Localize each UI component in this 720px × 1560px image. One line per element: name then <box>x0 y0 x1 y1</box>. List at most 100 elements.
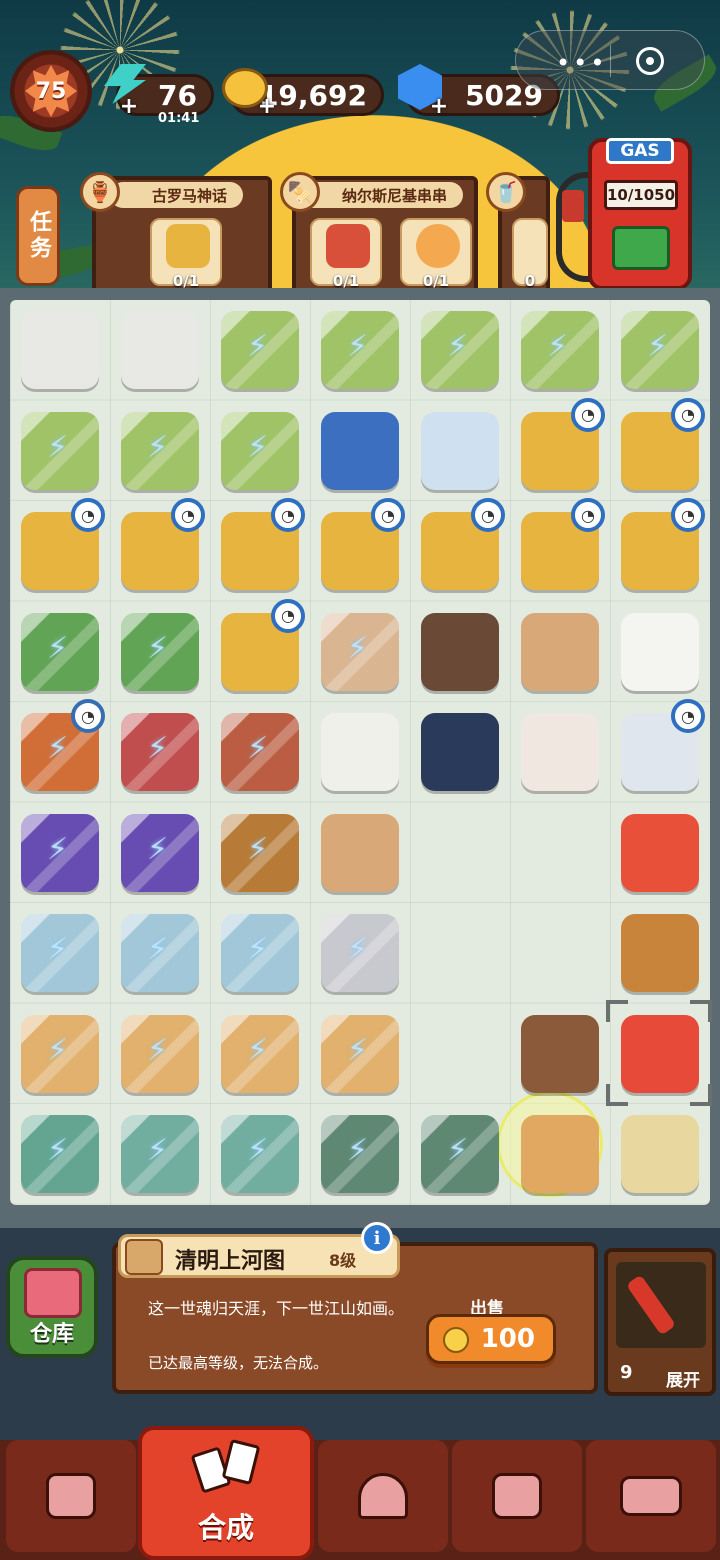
board-cell[interactable]: ◔ <box>610 699 710 802</box>
quest-slot[interactable]: 0 <box>512 218 548 290</box>
board-cell[interactable] <box>110 903 210 1003</box>
board-cell[interactable] <box>410 903 510 1003</box>
nav-bus[interactable] <box>586 1440 716 1552</box>
board-cell[interactable] <box>110 602 210 702</box>
nav-map[interactable] <box>452 1440 582 1552</box>
board-cell[interactable] <box>10 401 110 501</box>
board-cell[interactable] <box>510 1004 610 1104</box>
board-cell[interactable] <box>310 702 410 802</box>
ink-bottle-icon <box>421 713 499 791</box>
gas-pump[interactable]: GAS 10/1050 <box>588 138 692 290</box>
add-energy-icon[interactable]: + <box>118 96 140 118</box>
board-cell[interactable] <box>410 803 510 903</box>
quest-thumb-icon: 🏺 <box>80 172 120 212</box>
board-cell[interactable] <box>410 602 510 702</box>
golden-chariot-icon <box>166 224 210 268</box>
nav-shop[interactable] <box>6 1440 136 1552</box>
tray-icon <box>421 612 499 691</box>
board-cell[interactable] <box>610 602 710 702</box>
board-cell[interactable] <box>10 803 110 903</box>
board-cell[interactable]: ◔ <box>610 498 710 601</box>
board-cell[interactable] <box>110 1104 210 1204</box>
board-cell[interactable] <box>210 702 310 802</box>
board-cell[interactable] <box>310 1004 410 1104</box>
glass-lock-overlay <box>21 1014 99 1093</box>
board-cell[interactable] <box>210 1004 310 1104</box>
board-cell[interactable] <box>510 803 610 903</box>
board-cell[interactable] <box>410 300 510 400</box>
board-cell[interactable]: ◔ <box>110 498 210 601</box>
board-cell[interactable]: ◔ <box>410 498 510 601</box>
board-cell[interactable] <box>610 300 710 400</box>
board-cell[interactable] <box>310 602 410 702</box>
board-cell[interactable] <box>10 602 110 702</box>
board-cell[interactable] <box>110 1004 210 1104</box>
board-cell[interactable] <box>210 903 310 1003</box>
expand-button[interactable]: 9 展开 <box>604 1248 716 1396</box>
glass-lock-overlay <box>221 1014 299 1093</box>
board-cell[interactable]: ◔ <box>10 498 110 601</box>
glass-lock-overlay <box>621 311 699 389</box>
quest-tab[interactable]: 任务 <box>16 186 60 286</box>
board-cell[interactable] <box>410 1104 510 1204</box>
board-cell[interactable] <box>10 903 110 1003</box>
board-cell[interactable] <box>500 1094 610 1204</box>
board-cell[interactable] <box>210 803 310 903</box>
board-cell[interactable]: ◔ <box>210 498 310 601</box>
calendar-icon <box>321 713 399 791</box>
board-cell[interactable] <box>410 401 510 501</box>
energy-value: 76 <box>158 78 197 112</box>
quest-slot[interactable]: 0/1 <box>400 218 472 290</box>
add-coins-icon[interactable]: + <box>256 96 278 118</box>
board-cell[interactable] <box>210 401 310 501</box>
nav-service[interactable] <box>318 1440 448 1552</box>
shelf-cart-icon <box>121 1014 199 1093</box>
player-level-badge[interactable]: 75 <box>10 50 92 132</box>
board-cell[interactable]: ◔ <box>210 598 310 702</box>
board-cell[interactable] <box>510 300 610 400</box>
board-cell[interactable] <box>210 1104 310 1204</box>
drone-box-icon: ◔ <box>421 498 505 590</box>
board-cell[interactable] <box>310 401 410 501</box>
board-cell[interactable] <box>606 999 712 1106</box>
board-cell[interactable] <box>610 903 710 1003</box>
bubble-tea-icon <box>521 1014 599 1093</box>
quest-slot[interactable]: 0/1 <box>150 218 222 290</box>
board-cell[interactable]: ◔ <box>310 498 410 601</box>
board-cell[interactable] <box>110 702 210 802</box>
board-cell[interactable] <box>610 803 710 903</box>
more-icon[interactable]: ••• <box>556 49 607 77</box>
board-cell[interactable]: ◔ <box>610 397 710 501</box>
board-cell[interactable]: ◔ <box>510 397 610 501</box>
board-cell[interactable]: ◔ <box>10 699 110 802</box>
shop-bag-icon <box>46 1473 96 1519</box>
board-cell[interactable] <box>410 702 510 802</box>
board-cell[interactable] <box>110 803 210 903</box>
quest-slot[interactable]: 0/1 <box>310 218 382 290</box>
nav-merge[interactable]: 合成 <box>138 1426 314 1560</box>
board-cell[interactable] <box>510 602 610 702</box>
board-cell[interactable] <box>10 300 110 400</box>
board-cell[interactable] <box>110 401 210 501</box>
board-cell[interactable] <box>310 1104 410 1204</box>
add-gems-icon[interactable]: + <box>428 96 450 118</box>
board-cell[interactable] <box>510 903 610 1003</box>
glass-lock-overlay <box>321 612 399 691</box>
board-cell[interactable] <box>210 300 310 400</box>
board-cell[interactable] <box>610 1104 710 1204</box>
sell-button[interactable]: 100 <box>426 1314 556 1364</box>
info-icon[interactable]: i <box>361 1222 393 1254</box>
board-cell[interactable] <box>110 300 210 400</box>
board-cell[interactable] <box>310 803 410 903</box>
scroll-icon <box>621 1014 699 1093</box>
board-cell[interactable] <box>10 1004 110 1104</box>
board-cell[interactable] <box>510 702 610 802</box>
storage-button[interactable]: 仓库 <box>6 1256 98 1358</box>
board-cell[interactable] <box>410 1004 510 1104</box>
board-cell[interactable] <box>310 903 410 1003</box>
board-cell[interactable]: ◔ <box>510 498 610 601</box>
board-cell[interactable] <box>10 1104 110 1204</box>
stopwatch-icon: ◔ <box>671 397 705 432</box>
board-cell[interactable] <box>310 300 410 400</box>
close-mini-program-icon[interactable] <box>636 47 664 75</box>
